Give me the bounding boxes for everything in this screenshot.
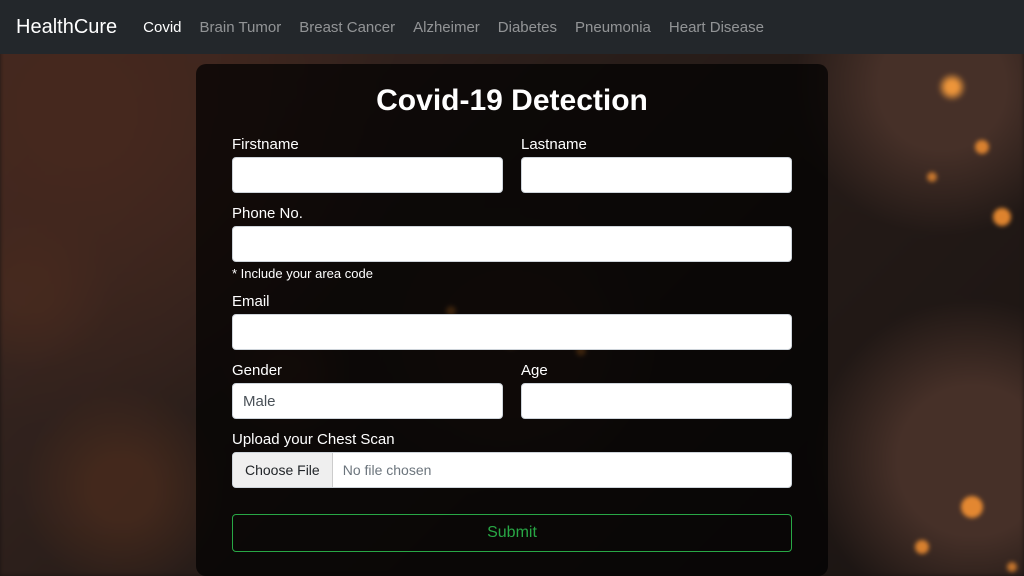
submit-button[interactable]: Submit <box>232 514 792 552</box>
nav-item-brain-tumor[interactable]: Brain Tumor <box>200 19 282 36</box>
lastname-label: Lastname <box>521 136 792 153</box>
phone-input[interactable] <box>232 226 792 262</box>
email-input[interactable] <box>232 314 792 350</box>
nav-item-covid[interactable]: Covid <box>143 19 181 36</box>
nav-item-diabetes[interactable]: Diabetes <box>498 19 557 36</box>
nav-item-breast-cancer[interactable]: Breast Cancer <box>299 19 395 36</box>
lastname-input[interactable] <box>521 157 792 193</box>
phone-hint: * Include your area code <box>232 266 792 281</box>
navbar: HealthCure Covid Brain Tumor Breast Canc… <box>0 0 1024 54</box>
gender-select[interactable]: Male <box>232 383 503 419</box>
firstname-label: Firstname <box>232 136 503 153</box>
file-status-text: No file chosen <box>333 462 442 478</box>
nav-item-alzheimer[interactable]: Alzheimer <box>413 19 480 36</box>
email-label: Email <box>232 293 792 310</box>
gender-label: Gender <box>232 362 503 379</box>
brand[interactable]: HealthCure <box>16 16 117 39</box>
nav-item-pneumonia[interactable]: Pneumonia <box>575 19 651 36</box>
upload-label: Upload your Chest Scan <box>232 431 792 448</box>
phone-label: Phone No. <box>232 205 792 222</box>
nav-item-heart-disease[interactable]: Heart Disease <box>669 19 764 36</box>
form-card: Covid-19 Detection Firstname Lastname Ph… <box>196 64 828 576</box>
page-title: Covid-19 Detection <box>232 84 792 118</box>
file-input[interactable]: Choose File No file chosen <box>232 452 792 488</box>
choose-file-button[interactable]: Choose File <box>233 453 333 487</box>
age-input[interactable] <box>521 383 792 419</box>
age-label: Age <box>521 362 792 379</box>
firstname-input[interactable] <box>232 157 503 193</box>
